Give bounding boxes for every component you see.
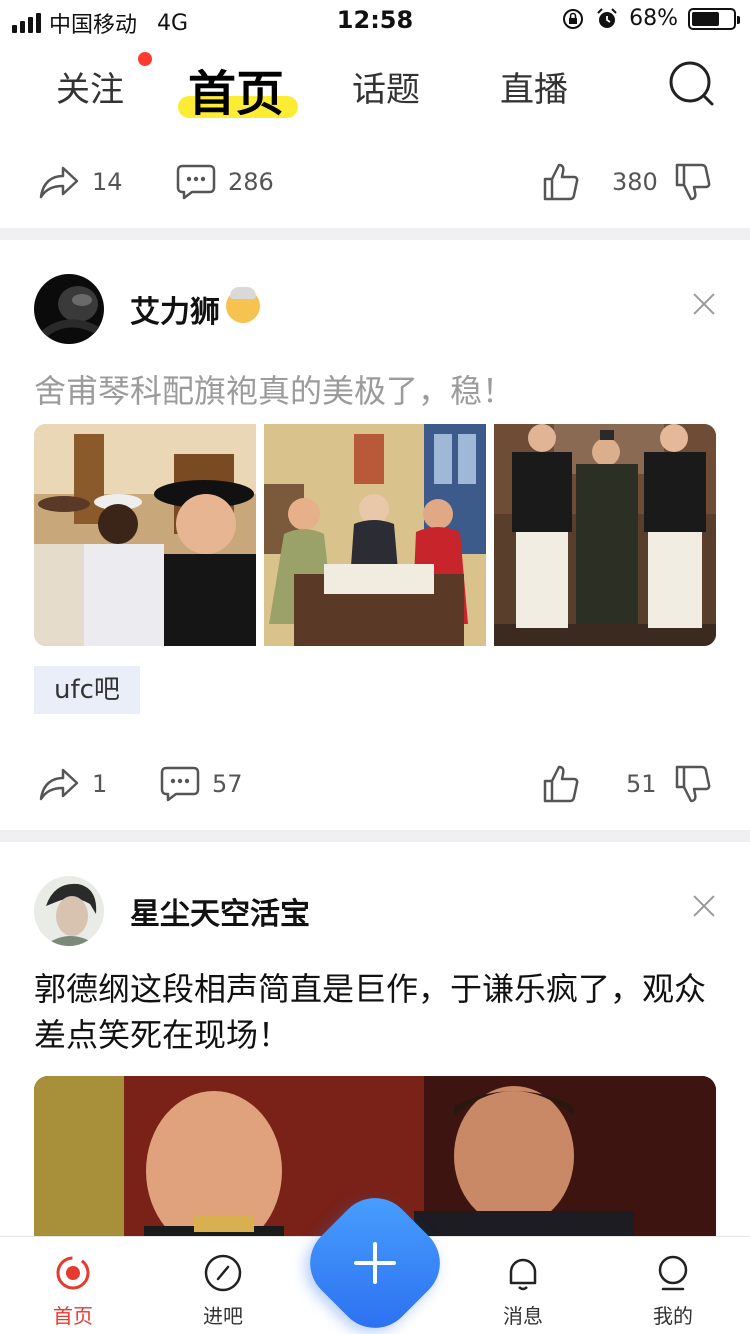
tab-live[interactable]: 直播: [500, 62, 568, 111]
old-man-emoji-icon: [226, 287, 260, 323]
feed-divider: [0, 830, 750, 842]
like-count: 380: [612, 168, 658, 196]
post-image[interactable]: [264, 424, 486, 646]
thumbs-up-icon: [543, 765, 579, 803]
like-button[interactable]: 380: [542, 152, 658, 212]
nav-messages[interactable]: 消息: [478, 1253, 568, 1329]
close-icon[interactable]: [692, 292, 716, 316]
avatar[interactable]: [34, 876, 104, 946]
tab-follow[interactable]: 关注: [56, 62, 124, 111]
tab-topics[interactable]: 话题: [352, 62, 420, 111]
feed-divider: [0, 228, 750, 240]
thumbs-down-icon: [675, 765, 711, 803]
compass-icon: [204, 1254, 242, 1292]
post-text[interactable]: 舍甫琴科配旗袍真的美极了，稳！: [34, 366, 514, 412]
post-image[interactable]: [34, 424, 256, 646]
nav-me[interactable]: 我的: [628, 1253, 718, 1329]
like-count: 51: [626, 770, 657, 798]
plus-icon: [318, 1206, 432, 1320]
nav-me-label: 我的: [653, 1304, 693, 1328]
forum-tag[interactable]: ufc吧: [34, 666, 140, 714]
status-bar: 中国移动 4G 12:58 68%: [0, 0, 750, 40]
home-icon: [56, 1256, 90, 1290]
thumbs-down-icon: [675, 163, 711, 201]
search-icon[interactable]: [668, 60, 716, 108]
share-icon: [39, 166, 79, 199]
profile-icon: [658, 1255, 688, 1291]
battery-fill: [692, 11, 720, 26]
battery-icon: [688, 7, 740, 30]
nav-home[interactable]: 首页: [28, 1253, 118, 1329]
post-actions: 1 57 51: [0, 754, 750, 814]
share-count: 14: [92, 168, 123, 196]
bell-icon: [509, 1258, 537, 1291]
nav-messages-label: 消息: [503, 1304, 543, 1328]
comment-count: 286: [228, 168, 274, 196]
close-icon[interactable]: [692, 894, 716, 918]
share-count: 1: [92, 770, 108, 798]
alarm-icon: [597, 7, 617, 28]
like-button[interactable]: 51: [542, 754, 657, 814]
share-button[interactable]: 14: [38, 152, 123, 212]
share-button[interactable]: 1: [38, 754, 107, 814]
share-icon: [39, 768, 79, 801]
nav-forum-label: 进吧: [203, 1304, 243, 1328]
tab-home[interactable]: 首页: [188, 54, 284, 124]
battery-percent: 68%: [629, 6, 678, 31]
top-tab-bar: 关注 首页 话题 直播: [0, 44, 750, 126]
post-header: 星尘天空活宝: [34, 876, 310, 946]
comment-count: 57: [212, 770, 243, 798]
comment-button[interactable]: 57: [160, 754, 243, 814]
author-name[interactable]: 艾力狮: [130, 287, 220, 331]
nav-forum[interactable]: 进吧: [178, 1253, 268, 1329]
thumbs-up-icon: [543, 163, 579, 201]
comment-icon: [176, 164, 216, 200]
notification-dot: [138, 52, 152, 66]
post-header: 艾力狮: [34, 274, 260, 344]
dislike-button[interactable]: [674, 152, 712, 212]
post-text[interactable]: 郭德纲这段相声简直是巨作，于谦乐疯了，观众差点笑死在现场！: [34, 966, 716, 1058]
nav-home-label: 首页: [53, 1304, 93, 1328]
orientation-lock-icon: [563, 8, 584, 29]
author-name[interactable]: 星尘天空活宝: [130, 889, 310, 933]
comment-button[interactable]: 286: [176, 152, 274, 212]
post-actions: 14 286 380: [0, 152, 750, 212]
avatar[interactable]: [34, 274, 104, 344]
post-image[interactable]: [494, 424, 716, 646]
comment-icon: [160, 766, 200, 802]
dislike-button[interactable]: [674, 754, 712, 814]
